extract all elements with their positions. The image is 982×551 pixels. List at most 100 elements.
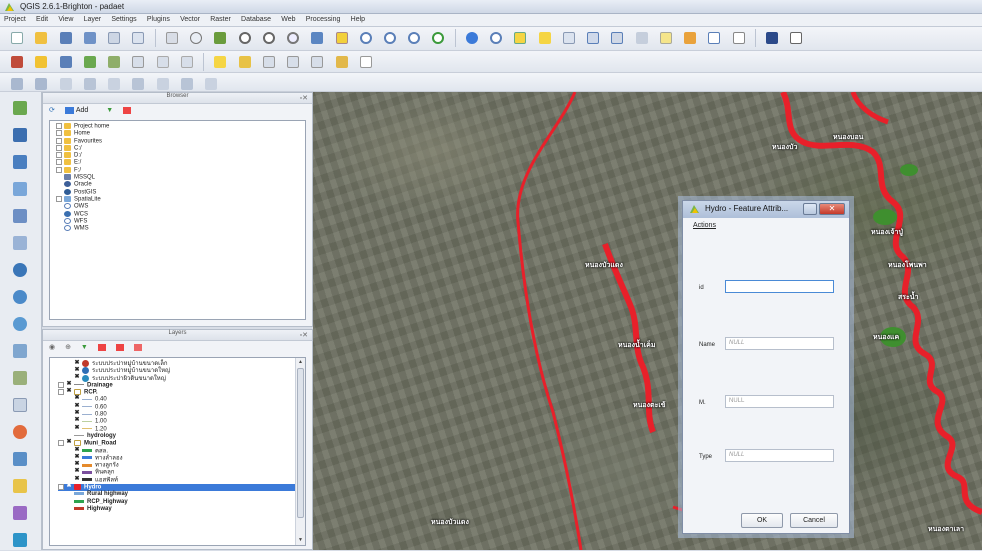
move-label-icon[interactable]: [284, 53, 302, 71]
legend-item[interactable]: ✖ คสล.: [58, 447, 305, 455]
measure-icon[interactable]: [633, 29, 651, 47]
legend-item[interactable]: ✖ ระบบประปาหมู่บ้านขนาดใหญ่: [58, 367, 305, 375]
collapse-all-icon[interactable]: [123, 106, 132, 114]
browser-item-oracle[interactable]: Oracle: [56, 181, 305, 188]
expand-icon[interactable]: [56, 130, 62, 137]
gps-tools-icon[interactable]: [9, 421, 31, 443]
zoom-last-icon[interactable]: [381, 29, 399, 47]
help-icon[interactable]: [763, 29, 781, 47]
id-input[interactable]: [725, 280, 834, 293]
legend-item[interactable]: ✖ ทางลูกรัง: [58, 461, 305, 469]
map-tips-icon[interactable]: [657, 29, 675, 47]
layer-hydrology[interactable]: hydrology: [58, 433, 305, 440]
grass-tools-icon[interactable]: [9, 529, 31, 551]
name-input[interactable]: NULL: [725, 337, 834, 350]
menu-layer[interactable]: Layer: [80, 15, 106, 24]
add-delimited-text-icon[interactable]: [9, 340, 31, 362]
layer-rcp-highway[interactable]: RCP_Highway: [58, 499, 305, 506]
menu-plugins[interactable]: Plugins: [143, 15, 174, 24]
cut-features-icon[interactable]: [178, 53, 196, 71]
browser-item-wms[interactable]: WMS: [56, 225, 305, 232]
delete-selected-icon[interactable]: [154, 53, 172, 71]
map-canvas[interactable]: หนองบัว หนองบอน หนองเจ้าปู่ หนองบัวแดง ห…: [313, 92, 982, 550]
close-button[interactable]: ✕: [819, 203, 845, 215]
visibility-checkbox[interactable]: ✖: [74, 447, 80, 454]
browser-item-spatialite[interactable]: SpatiaLite: [56, 195, 305, 203]
pan-to-selection-icon[interactable]: [211, 29, 229, 47]
filter-icon[interactable]: ▼: [106, 107, 113, 114]
expand-icon[interactable]: [58, 381, 64, 388]
browser-item-drive-d[interactable]: D:/: [56, 152, 305, 159]
expand-icon[interactable]: [56, 195, 62, 202]
zoom-layer-icon[interactable]: [357, 29, 375, 47]
visibility-checkbox[interactable]: ✖: [66, 439, 72, 446]
print-composer-icon[interactable]: [105, 29, 123, 47]
menu-help[interactable]: Help: [347, 15, 369, 24]
actions-label[interactable]: Actions: [693, 222, 716, 229]
browser-item-mssql[interactable]: MSSQL: [56, 174, 305, 181]
add-gpx-layer-icon[interactable]: [9, 448, 31, 470]
visibility-checkbox[interactable]: ✖: [74, 367, 80, 374]
current-edits-icon[interactable]: [8, 53, 26, 71]
simplify-feature-icon[interactable]: [81, 75, 99, 90]
layer-visibility-icon[interactable]: ◉: [49, 343, 55, 351]
add-wcs-layer-icon[interactable]: [9, 286, 31, 308]
add-wms-layer-icon[interactable]: [9, 259, 31, 281]
new-bookmark-icon[interactable]: [681, 29, 699, 47]
visibility-checkbox[interactable]: ✖: [74, 374, 80, 381]
add-spatialite-layer-icon[interactable]: [9, 178, 31, 200]
cancel-button[interactable]: Cancel: [790, 513, 838, 528]
python-console-icon[interactable]: [9, 502, 31, 524]
zoom-native-icon[interactable]: [284, 29, 302, 47]
legend-item[interactable]: ✖ ระบบประปาผิวดินขนาดใหญ่: [58, 374, 305, 382]
expand-icon[interactable]: [56, 152, 62, 159]
select-features-icon[interactable]: [487, 29, 505, 47]
zoom-selection-icon[interactable]: [333, 29, 351, 47]
layer-rural-highway[interactable]: Rural highway: [58, 491, 305, 498]
add-part-icon[interactable]: [129, 75, 147, 90]
expand-icon[interactable]: [58, 389, 64, 396]
redo-icon[interactable]: [32, 75, 50, 90]
attribute-table-icon[interactable]: [584, 29, 602, 47]
toggle-editing-icon[interactable]: [32, 53, 50, 71]
save-project-icon[interactable]: [57, 29, 75, 47]
statistics-icon[interactable]: [608, 29, 626, 47]
refresh-icon[interactable]: ⟳: [49, 106, 55, 114]
move-feature-icon[interactable]: [105, 53, 123, 71]
filter-legend-icon[interactable]: ▼: [81, 344, 88, 351]
label-tool-icon[interactable]: [211, 53, 229, 71]
browser-item-home[interactable]: Home: [56, 130, 305, 137]
visibility-checkbox[interactable]: ✖: [66, 381, 72, 388]
collapse-all-icon[interactable]: [115, 343, 124, 351]
expand-icon[interactable]: [58, 484, 64, 491]
identify-icon[interactable]: [463, 29, 481, 47]
panel-float-close-icon[interactable]: ▫✕: [300, 331, 308, 339]
browser-item-ows[interactable]: OWS: [56, 203, 305, 210]
legend-item[interactable]: ✖ ระบบประปาหมู่บ้านขนาดเล็ก: [58, 360, 305, 368]
pin-labels-icon[interactable]: [236, 53, 254, 71]
add-vector-layer-icon[interactable]: [9, 97, 31, 119]
legend-item[interactable]: ✖ 0.60: [58, 403, 305, 411]
delete-part-icon[interactable]: [202, 75, 220, 90]
dialog-title-bar[interactable]: Hydro - Feature Attrib... ✕: [683, 201, 849, 218]
remove-layer-icon[interactable]: [133, 343, 142, 351]
browser-item-postgis[interactable]: PostGIS: [56, 188, 305, 196]
minimize-button[interactable]: [803, 203, 817, 215]
expand-icon[interactable]: [56, 166, 62, 173]
legend-item[interactable]: ✖ 1.20: [58, 425, 305, 433]
add-feature-icon[interactable]: [81, 53, 99, 71]
visibility-checkbox[interactable]: ✖: [74, 476, 80, 483]
zoom-full-icon[interactable]: [308, 29, 326, 47]
visibility-checkbox[interactable]: ✖: [66, 388, 72, 395]
ok-button[interactable]: OK: [741, 513, 783, 528]
expand-icon[interactable]: [56, 159, 62, 166]
expand-icon[interactable]: [58, 440, 64, 447]
expand-icon[interactable]: [56, 123, 62, 129]
visibility-checkbox[interactable]: ✖: [74, 417, 80, 424]
legend-item[interactable]: ✖ 0.80: [58, 410, 305, 418]
panel-float-close-icon[interactable]: ▫✕: [300, 94, 308, 102]
browser-item-favourites[interactable]: Favourites: [56, 137, 305, 145]
layers-scrollbar[interactable]: ▲ ▼: [295, 358, 305, 545]
open-project-icon[interactable]: [32, 29, 50, 47]
add-layer-button[interactable]: Add: [64, 106, 96, 114]
